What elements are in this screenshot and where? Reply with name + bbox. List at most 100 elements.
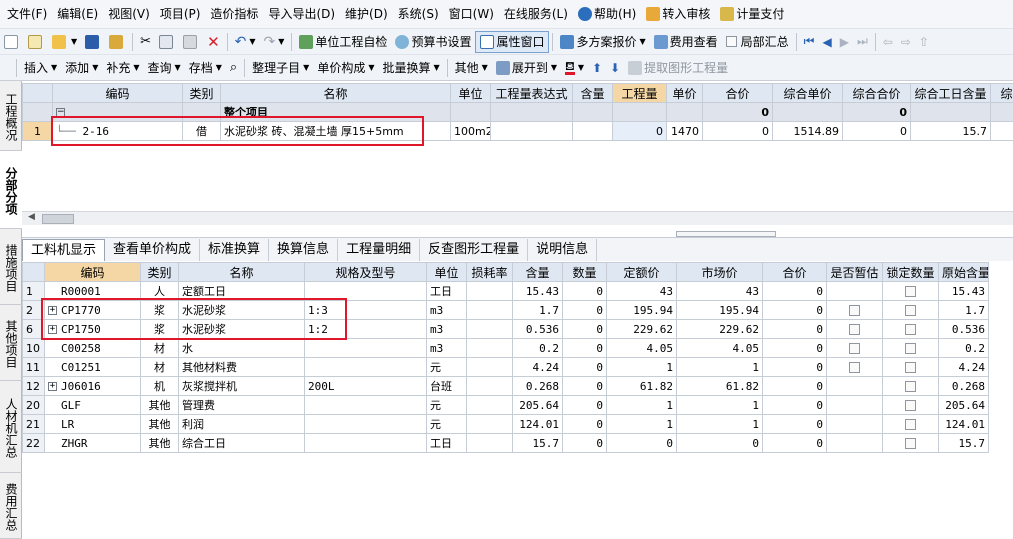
sidebar-item-other-items[interactable]: 其他项目 [0,305,22,381]
lh-lock[interactable]: 锁定数量 [882,262,939,282]
row-quantity[interactable]: 0 [612,121,667,141]
row-code[interactable]: C00258 [44,338,141,358]
upper-hscrollbar[interactable]: ◀ [22,211,1013,225]
save-button[interactable] [81,31,105,53]
row-total[interactable]: 0 [762,300,827,320]
multi-quote-button[interactable]: 多方案报价 ▼ [556,31,649,53]
row-market[interactable]: 1 [676,414,763,434]
sidebar-item-measures[interactable]: 措施项目 [0,229,22,305]
lock-quantity-checkbox[interactable] [905,343,916,354]
row-name[interactable]: 综合工日 [178,433,305,453]
row-market[interactable]: 61.82 [676,376,763,396]
menu-window[interactable]: 窗口(W) [444,0,499,28]
row-base[interactable]: 61.82 [606,376,677,396]
menu-import-export[interactable]: 导入导出(D) [263,0,340,28]
paste-button[interactable] [179,31,203,53]
lh-name[interactable]: 名称 [178,262,305,282]
row-unit[interactable]: 元 [426,414,467,434]
table-row[interactable]: 12 + J06016 机灰浆搅拌机 200L 台班 0.268 0 61.82 61.82 0 0.… [22,376,989,396]
menu-measure-pay[interactable]: 计量支付 [715,0,789,28]
tab-reverse-quantity[interactable]: 反查图形工程量 [420,239,529,261]
lh-spec[interactable]: 规格及型号 [304,262,427,282]
row-index[interactable]: 1 [22,281,45,301]
row-content[interactable] [572,121,613,141]
row-name[interactable]: 利润 [178,414,305,434]
row-loss[interactable] [466,414,513,434]
row-total[interactable]: 0 [762,376,827,396]
header-unit[interactable]: 单位 [450,83,491,103]
expand-plus-icon[interactable]: + [48,382,57,391]
row-orig[interactable]: 15.7 [938,433,989,453]
row-spec[interactable] [304,433,427,453]
row-price[interactable]: 1470 [666,121,703,141]
sidebar-item-fee-summary[interactable]: 费用汇总 [0,473,22,539]
scroll-thumb[interactable] [42,214,74,224]
row-total[interactable]: 0 [762,281,827,301]
menu-edit[interactable]: 编辑(E) [52,0,103,28]
row-base[interactable]: 1 [606,357,677,377]
partial-summary-checkbox[interactable] [725,36,737,47]
header-comp-total[interactable]: 综合合价 [842,83,911,103]
row-orig[interactable]: 0.268 [938,376,989,396]
row-provisional[interactable] [826,300,883,320]
lh-total[interactable]: 合价 [762,262,827,282]
row-lock[interactable] [882,376,939,396]
lh-orig[interactable]: 原始含量 [938,262,989,282]
budget-settings-button[interactable]: 预算书设置 [391,31,475,53]
lock-quantity-checkbox[interactable] [905,305,916,316]
add-button[interactable]: 添加 ▼ [61,57,102,79]
row-content[interactable]: 205.64 [512,395,563,415]
row-total[interactable]: 0 [762,395,827,415]
row-qty[interactable]: 0 [562,300,607,320]
row-total[interactable]: 0 [762,433,827,453]
move-right-button[interactable]: ⇨ [897,31,915,53]
property-window-button[interactable]: 属性窗口 [475,30,550,53]
lh-qty[interactable]: 数量 [562,262,607,282]
prev-record-button[interactable]: ◀ [818,31,835,53]
row-loss[interactable] [466,433,513,453]
row-lock[interactable] [882,395,939,415]
row-qty[interactable]: 0 [562,395,607,415]
menu-help[interactable]: 帮助(H) [573,0,641,28]
row-qty[interactable]: 0 [562,319,607,339]
header-name[interactable]: 名称 [220,83,451,103]
unit-composition-button[interactable]: 单价构成 ▼ [313,57,378,79]
row-code[interactable]: GLF [44,395,141,415]
row-content[interactable]: 4.24 [512,357,563,377]
row-base[interactable]: 43 [606,281,677,301]
row-total[interactable]: 0 [762,357,827,377]
row-type[interactable]: 材 [140,338,179,358]
row-content[interactable]: 15.7 [512,433,563,453]
row-expr[interactable] [490,121,573,141]
row-code[interactable]: C01251 [44,357,141,377]
header-content[interactable]: 含量 [572,83,613,103]
row-orig[interactable]: 15.43 [938,281,989,301]
menu-online-service[interactable]: 在线服务(L) [499,0,573,28]
row-market[interactable]: 0 [676,433,763,453]
row-total[interactable]: 0 [762,414,827,434]
provisional-checkbox[interactable] [849,305,860,316]
row-unit[interactable]: 元 [426,395,467,415]
header-type[interactable]: 类别 [182,83,221,103]
scroll-left-icon[interactable]: ◀ [28,212,35,222]
row-unit[interactable]: 台班 [426,376,467,396]
row-type[interactable]: 其他 [140,395,179,415]
row-orig[interactable]: 205.64 [938,395,989,415]
row-spec[interactable] [304,414,427,434]
row-index[interactable]: 1 [22,121,53,141]
row-index[interactable]: 20 [22,395,45,415]
lock-quantity-checkbox[interactable] [905,419,916,430]
row-unit[interactable]: 工日 [426,433,467,453]
row-code[interactable]: + J06016 [44,376,141,396]
row-market[interactable]: 1 [676,357,763,377]
redo-button[interactable]: ↷ ▼ [260,31,289,53]
row-orig[interactable]: 124.01 [938,414,989,434]
lh-unit[interactable]: 单位 [426,262,467,282]
row-code[interactable]: LR [44,414,141,434]
row-content[interactable]: 1.7 [512,300,563,320]
row-market[interactable]: 229.62 [676,319,763,339]
fee-view-button[interactable]: 费用查看 [650,31,722,53]
row-type[interactable]: 其他 [140,414,179,434]
row-qty[interactable]: 0 [562,433,607,453]
tab-unit-price-composition[interactable]: 查看单价构成 [105,239,201,261]
